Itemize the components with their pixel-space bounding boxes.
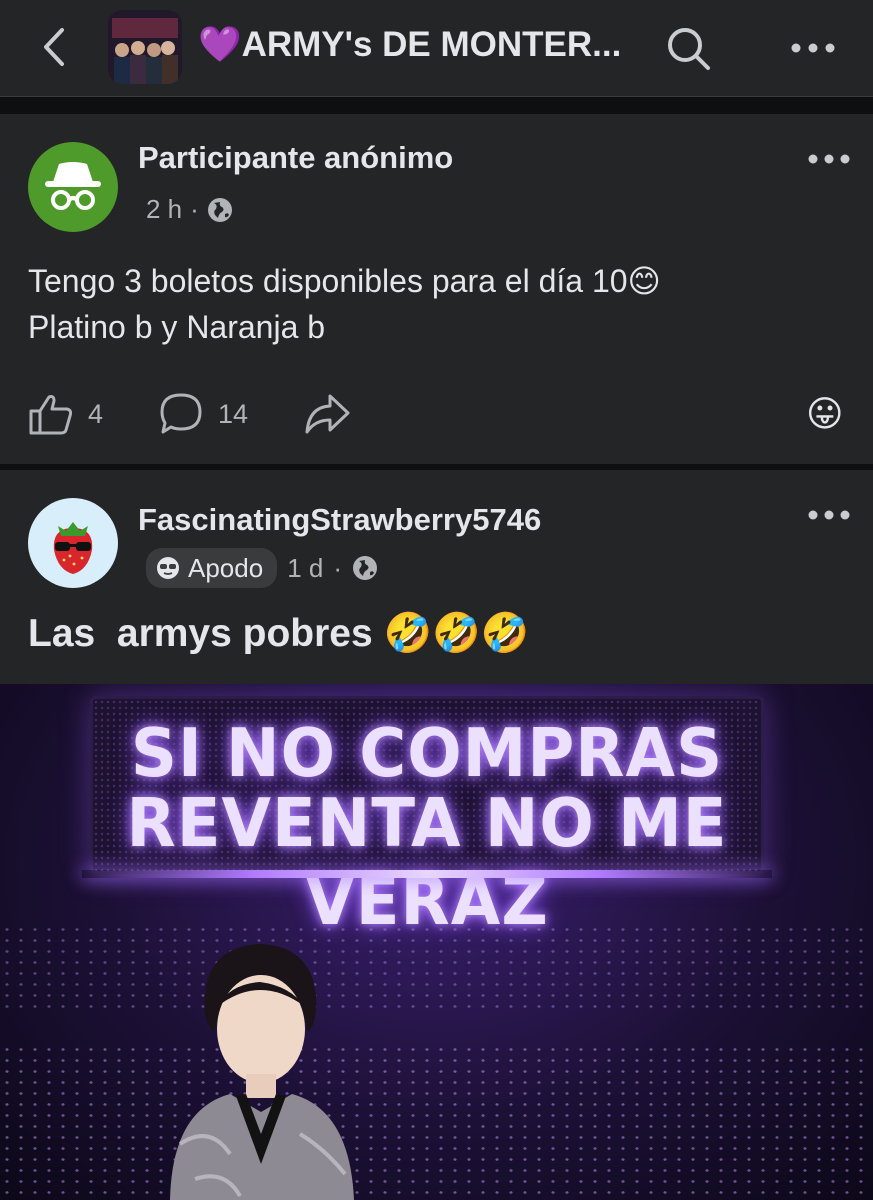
group-title-text: ARMY's DE MONTER...: [241, 25, 622, 64]
post-text-line: Platino b y Naranja b: [28, 309, 326, 345]
post-time[interactable]: 1 d: [287, 553, 323, 584]
meta-separator: ·: [190, 194, 199, 224]
back-button[interactable]: [30, 22, 80, 72]
purple-heart-emoji: 💜: [198, 25, 242, 64]
comment-button[interactable]: 14: [158, 392, 248, 436]
nickname-badge[interactable]: Apodo: [146, 548, 278, 588]
like-button[interactable]: 4: [28, 392, 103, 436]
top-bar: 💜ARMY's DE MONTER...: [0, 0, 873, 97]
header-more-button[interactable]: [786, 30, 840, 66]
stage-light-bar: [82, 870, 772, 878]
post-time[interactable]: 2 h: [146, 194, 182, 225]
badge-label: Apodo: [188, 552, 264, 583]
comment-bubble-icon: [160, 393, 202, 434]
post-more-button[interactable]: [804, 144, 854, 174]
post-author[interactable]: FascinatingStrawberry5746: [138, 502, 541, 538]
crowd-lights: [0, 1044, 873, 1200]
anonymous-avatar[interactable]: [28, 142, 118, 232]
search-button[interactable]: [664, 24, 714, 74]
anonymous-incognito-icon: [45, 162, 101, 210]
sunglasses-face-icon: [157, 557, 179, 579]
singer-photo: [170, 944, 354, 1200]
post-body: Las armys pobres 🤣🤣🤣: [28, 612, 530, 655]
chevron-left-icon: [44, 28, 64, 66]
reaction-emoji[interactable]: 😛: [806, 392, 844, 436]
meta-separator: ·: [333, 552, 343, 583]
like-count: 4: [88, 398, 104, 429]
led-sign: SI NO COMPRAS REVENTA NO ME VERAZ: [90, 696, 764, 941]
meme-text-line: SI NO COMPRAS: [130, 715, 724, 793]
post-text-line: Tengo 3 boletos disponibles para el día …: [28, 263, 661, 299]
comment-count: 14: [218, 398, 249, 429]
share-button[interactable]: [304, 392, 350, 436]
post-meta: Apodo 1 d ·: [146, 548, 378, 588]
user-avatar[interactable]: [28, 498, 118, 588]
more-horizontal-icon: [808, 510, 850, 520]
post-card: Participante anónimo 2 h · Tengo 3 bolet…: [0, 114, 873, 464]
meme-text-line: REVENTA NO ME VERAZ: [126, 785, 728, 941]
share-arrow-icon: [305, 394, 350, 434]
post-image[interactable]: SI NO COMPRAS REVENTA NO ME VERAZ: [0, 684, 873, 1200]
thumbs-up-icon: [29, 395, 73, 435]
strawberry-sunglasses-avatar: [53, 522, 93, 574]
globe-icon: [353, 556, 378, 580]
post-author[interactable]: Participante anónimo: [138, 140, 453, 176]
post-meta: 2 h ·: [146, 194, 233, 225]
post-more-button[interactable]: [804, 500, 854, 530]
more-horizontal-icon: [791, 43, 835, 53]
globe-icon: [207, 197, 232, 222]
feed-divider: [0, 97, 873, 114]
search-icon: [668, 28, 710, 70]
more-horizontal-icon: [808, 154, 850, 164]
group-cover-image[interactable]: [108, 10, 182, 84]
group-title[interactable]: 💜ARMY's DE MONTER...: [198, 24, 648, 65]
post-body: Tengo 3 boletos disponibles para el día …: [28, 258, 661, 350]
